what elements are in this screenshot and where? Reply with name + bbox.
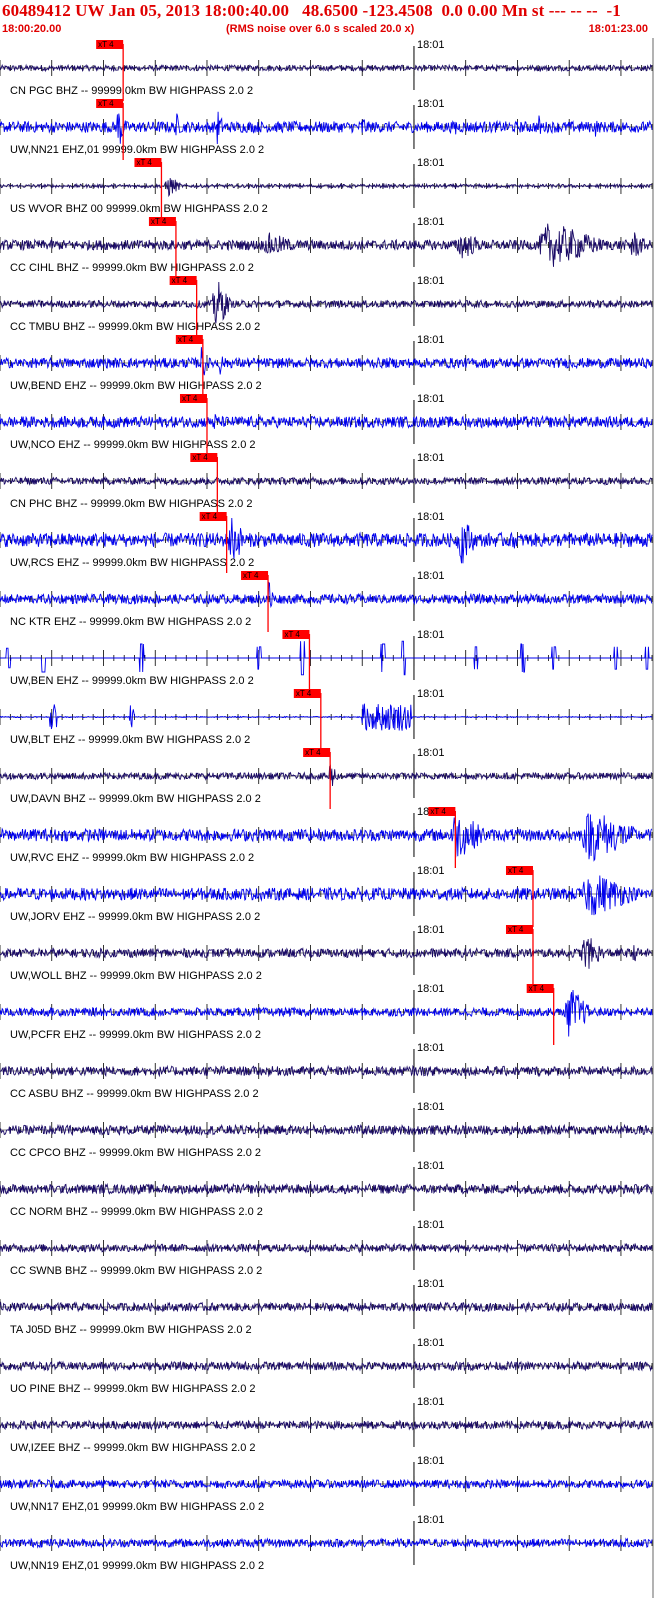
minute-tick-label: 18:01 (417, 39, 445, 51)
waveform-trace (0, 475, 653, 487)
seismogram-plot: 18:01 CN PGC BHZ -- 99999.0km BW HIGHPASS… (0, 38, 654, 1598)
minute-tick-label: 18:01 (417, 1396, 445, 1408)
plot-header: 60489412 UW Jan 05, 2013 18:00:40.00 48.… (0, 0, 656, 38)
station-label: UW,DAVN BHZ -- 99999.0km BW HIGHPASS 2.0… (10, 793, 261, 805)
station-label: UW,NN21 EHZ,01 99999.0km BW HIGHPASS 2.0… (10, 144, 264, 156)
minute-tick-label: 18:01 (417, 393, 445, 405)
minute-tick-label: 18:01 (417, 865, 445, 877)
pick-label: xT 4 (98, 99, 114, 108)
minute-tick-label: 18:01 (417, 1219, 445, 1231)
minute-tick-label: 18:01 (417, 570, 445, 582)
minute-tick-label: 18:01 (417, 452, 445, 464)
waveform-trace (0, 640, 652, 676)
station-label: CC TMBU BHZ -- 99999.0km BW HIGHPASS 2.0… (10, 321, 260, 333)
waveform-trace (0, 764, 653, 787)
station-label: UW,NN17 EHZ,01 99999.0km BW HIGHPASS 2.0… (10, 1501, 264, 1513)
station-label: UW,BEN EHZ -- 99999.0km BW HIGHPASS 2.0 … (10, 675, 254, 687)
station-label: CC CPCO BHZ -- 99999.0km BW HIGHPASS 2.0… (10, 1147, 261, 1159)
pick-label: xT 4 (151, 217, 167, 226)
minute-tick-label: 18:01 (417, 1278, 445, 1290)
waveform-trace (0, 281, 653, 324)
start-time-label: 18:00:20.00 (2, 23, 62, 35)
station-label: CC NORM BHZ -- 99999.0km BW HIGHPASS 2.0… (10, 1206, 263, 1218)
pick-label: xT 4 (529, 984, 545, 993)
minute-tick-label: 18:01 (417, 629, 445, 641)
minute-tick-label: 18:01 (417, 511, 445, 523)
station-label: UW,BLT EHZ -- 99999.0km BW HIGHPASS 2.0 … (10, 734, 250, 746)
pick-label: xT 4 (192, 453, 208, 462)
pick-label: xT 4 (296, 689, 312, 698)
minute-tick-label: 18:01 (417, 924, 445, 936)
waveform-trace (0, 1478, 653, 1490)
minute-tick-label: 18:01 (417, 98, 445, 110)
station-label: UW,NCO EHZ -- 99999.0km BW HIGHPASS 2.0 … (10, 439, 256, 451)
minute-tick-label: 18:01 (417, 216, 445, 228)
waveform-trace (0, 223, 653, 267)
waveform-trace (0, 581, 653, 608)
pick-label: xT 4 (98, 40, 114, 49)
waveform-trace (0, 347, 653, 376)
station-label: NC KTR EHZ -- 99999.0km BW HIGHPASS 2.0 … (10, 616, 251, 628)
station-label: TA J05D BHZ -- 99999.0km BW HIGHPASS 2.0… (10, 1324, 252, 1336)
station-label: CC SWNB BHZ -- 99999.0km BW HIGHPASS 2.0… (10, 1265, 262, 1277)
waveform-trace (0, 111, 653, 145)
minute-tick-label: 18:01 (417, 157, 445, 169)
minute-tick-label: 18:01 (417, 1042, 445, 1054)
station-label: UW,NN19 EHZ,01 99999.0km BW HIGHPASS 2.0… (10, 1560, 264, 1572)
pick-label: xT 4 (284, 630, 300, 639)
waveform-trace (0, 1242, 653, 1254)
waveform-trace (0, 414, 653, 429)
minute-tick-label: 18:01 (417, 1160, 445, 1172)
station-label: CN PHC BHZ -- 99999.0km BW HIGHPASS 2.0 … (10, 498, 252, 510)
station-label: UW,RVC EHZ -- 99999.0km BW HIGHPASS 2.0 … (10, 852, 254, 864)
waveform-trace (0, 1537, 653, 1549)
pick-label: xT 4 (178, 335, 194, 344)
pick-label: xT 4 (182, 394, 198, 403)
pick-label: xT 4 (430, 807, 446, 816)
scaling-note: (RMS noise over 6.0 s scaled 20.0 x) (226, 23, 415, 35)
minute-tick-label: 18:01 (417, 334, 445, 346)
station-label: UW,BEND EHZ -- 99999.0km BW HIGHPASS 2.0… (10, 380, 262, 392)
station-label: UO PINE BHZ -- 99999.0km BW HIGHPASS 2.0… (10, 1383, 256, 1395)
minute-tick-label: 18:01 (417, 275, 445, 287)
pick-label: xT 4 (508, 925, 524, 934)
minute-tick-label: 18:01 (417, 1514, 445, 1526)
station-label: CC CIHL BHZ -- 99999.0km BW HIGHPASS 2.0… (10, 262, 254, 274)
pick-label: xT 4 (243, 571, 259, 580)
end-time-label: 18:01:23.00 (588, 23, 648, 35)
waveform-trace (0, 703, 653, 731)
minute-tick-label: 18:01 (417, 747, 445, 759)
pick-label: xT 4 (305, 748, 321, 757)
station-label: UW,RCS EHZ -- 99999.0km BW HIGHPASS 2.0 … (10, 557, 254, 569)
minute-tick-label: 18:01 (417, 983, 445, 995)
pick-label: xT 4 (202, 512, 218, 521)
station-label: CC ASBU BHZ -- 99999.0km BW HIGHPASS 2.0… (10, 1088, 259, 1100)
waveform-trace (0, 178, 653, 198)
waveform-trace (0, 938, 653, 969)
pick-label: xT 4 (508, 866, 524, 875)
station-label: UW,IZEE BHZ -- 99999.0km BW HIGHPASS 2.0… (10, 1442, 256, 1454)
waveform-trace (0, 63, 653, 73)
station-label: UW,WOLL BHZ -- 99999.0km BW HIGHPASS 2.0… (10, 970, 262, 982)
minute-tick-label: 18:01 (417, 1455, 445, 1467)
pick-label: xT 4 (172, 276, 188, 285)
minute-tick-label: 18:01 (417, 1337, 445, 1349)
event-title: 60489412 UW Jan 05, 2013 18:00:40.00 48.… (2, 1, 621, 20)
station-label: CN PGC BHZ -- 99999.0km BW HIGHPASS 2.0 … (10, 85, 253, 97)
minute-tick-label: 18:01 (417, 688, 445, 700)
station-label: US WVOR BHZ 00 99999.0km BW HIGHPASS 2.0… (10, 203, 268, 215)
waveform-trace (0, 875, 653, 916)
station-label: UW,PCFR EHZ -- 99999.0km BW HIGHPASS 2.0… (10, 1029, 261, 1041)
minute-tick-label: 18:01 (417, 1101, 445, 1113)
pick-label: xT 4 (136, 158, 152, 167)
station-label: UW,JORV EHZ -- 99999.0km BW HIGHPASS 2.0… (10, 911, 260, 923)
